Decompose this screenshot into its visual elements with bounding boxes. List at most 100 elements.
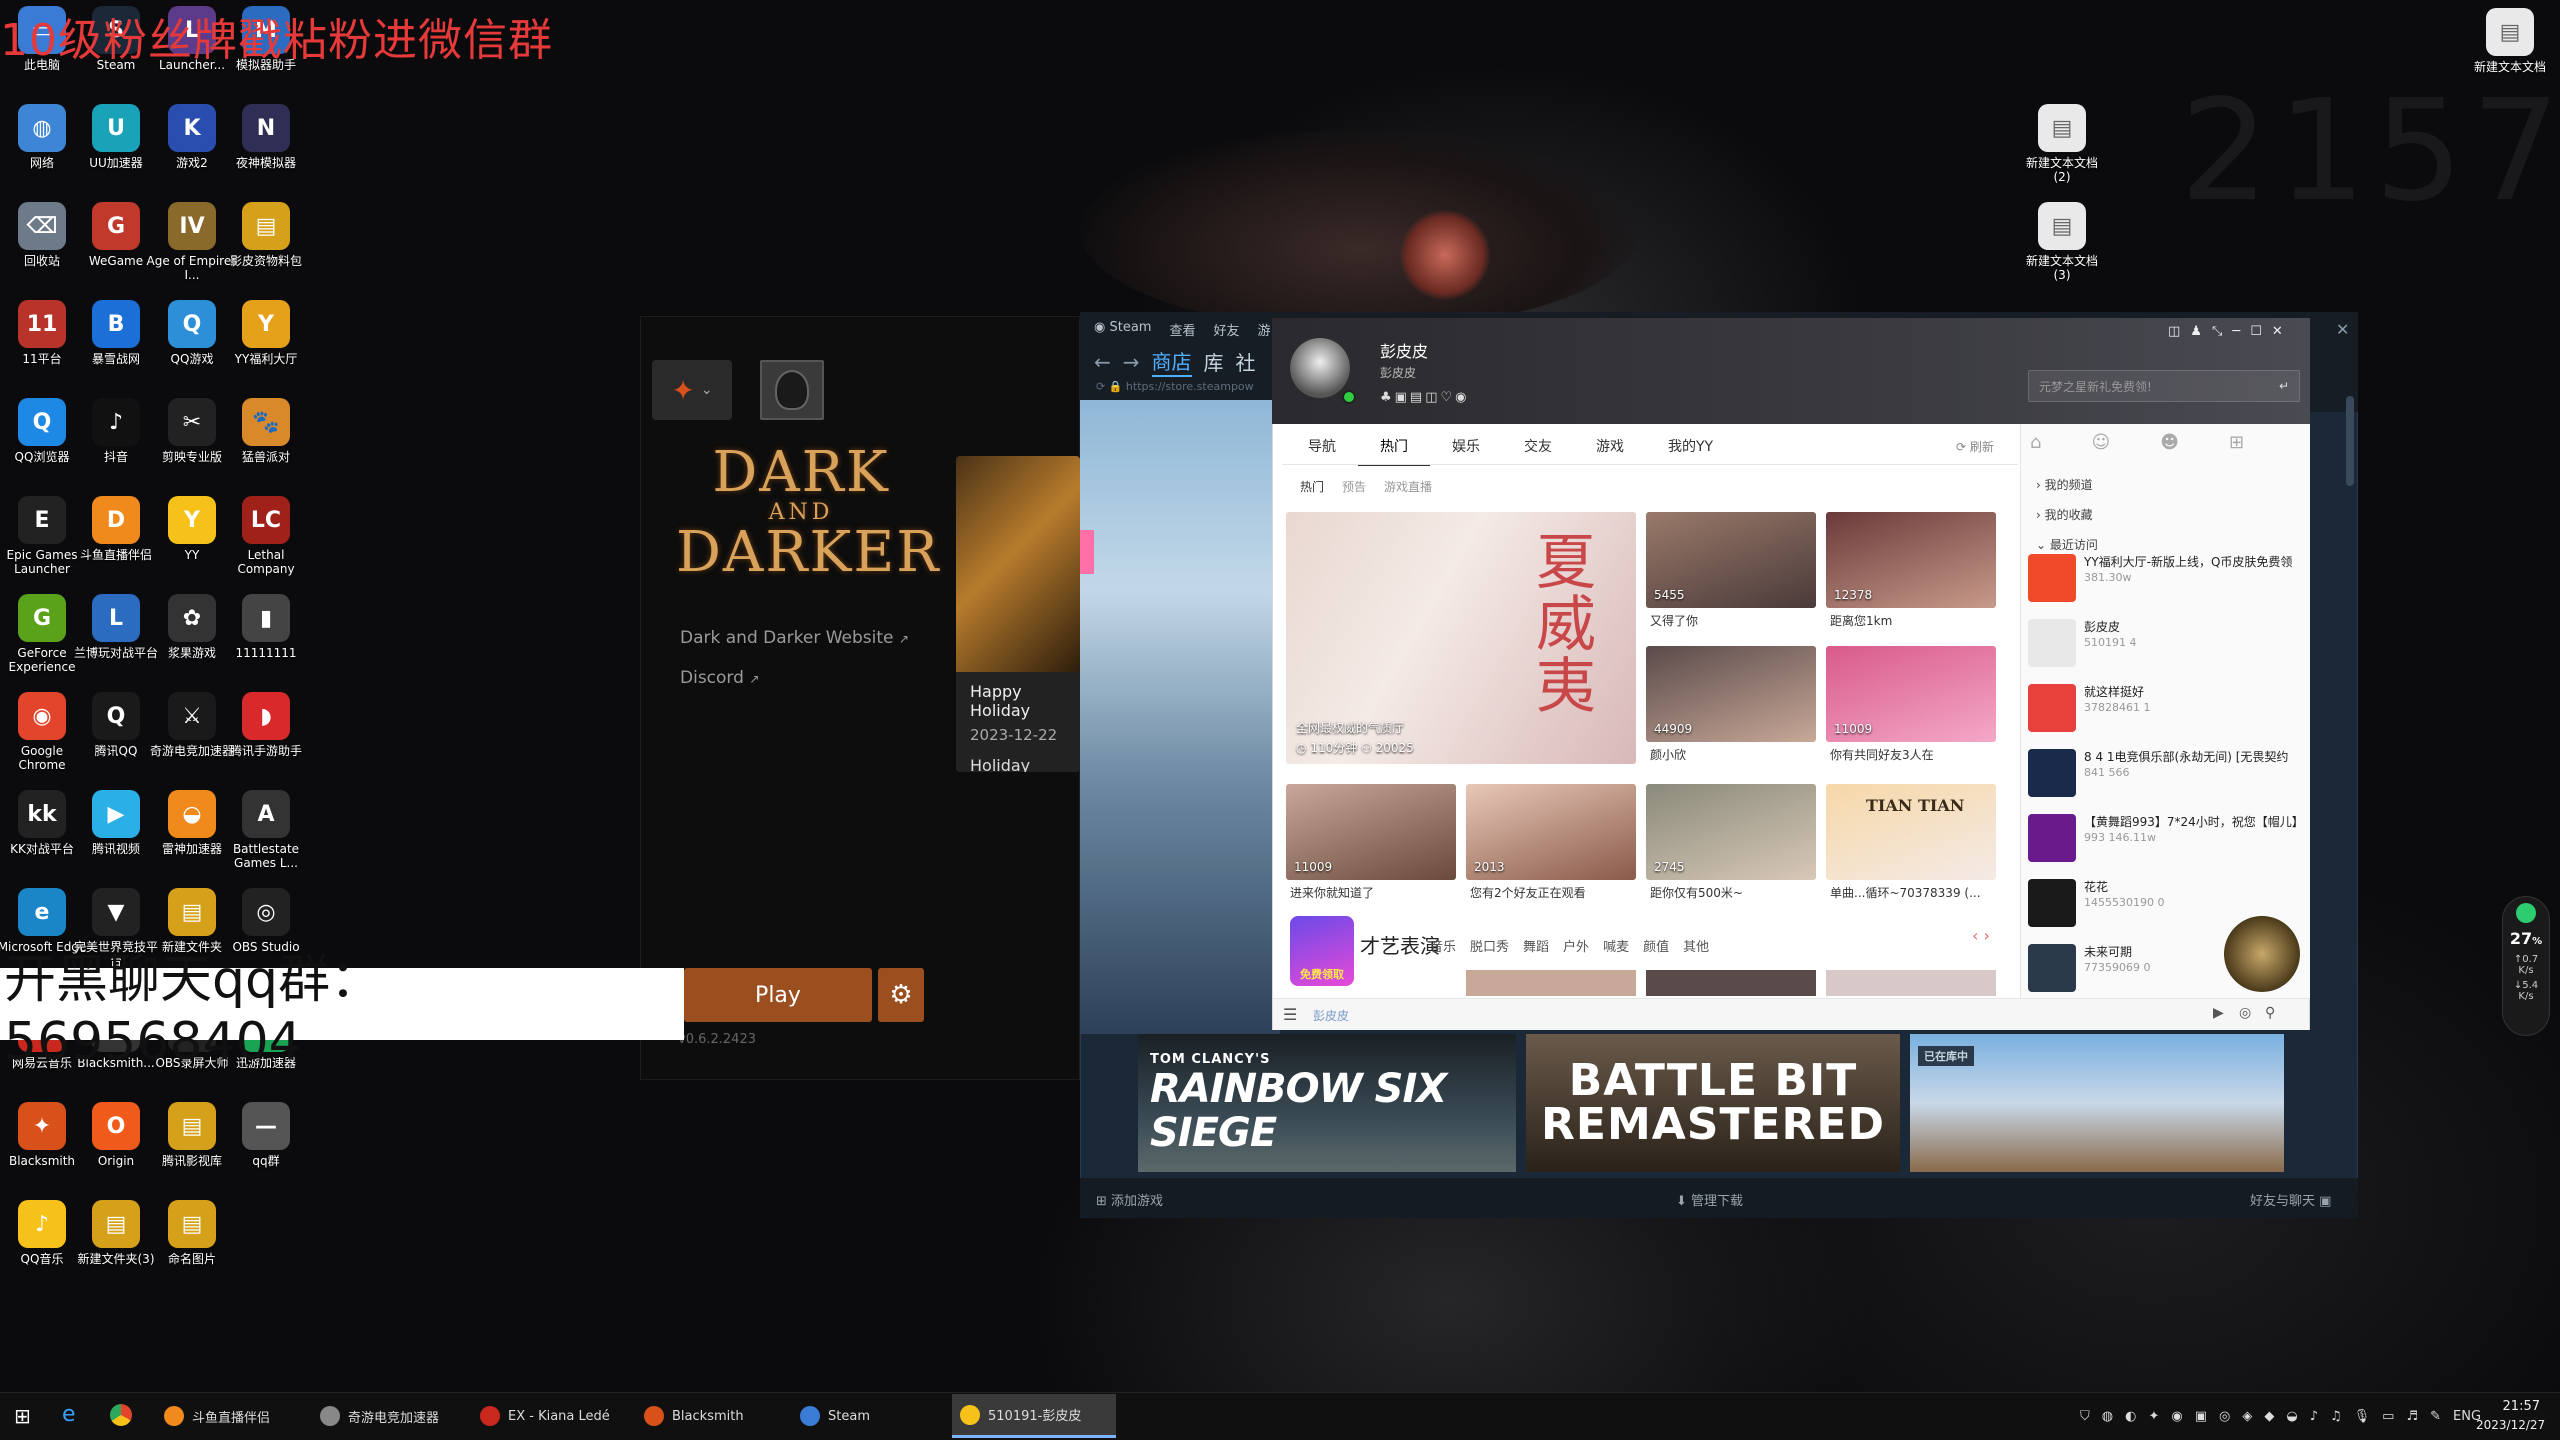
net-speed-widget[interactable]: 27% ↑0.7 K/s ↓5.4 K/s: [2502, 896, 2550, 1036]
tray-app-icon[interactable]: ♪: [2310, 1409, 2318, 1424]
play-button[interactable]: Play: [684, 968, 872, 1022]
apps-icon[interactable]: ⊞: [2229, 432, 2244, 453]
yy-thumb[interactable]: 11009: [1826, 646, 1996, 742]
desktop-icon-new-text-doc[interactable]: ▤ 新建文本文档: [2464, 8, 2556, 104]
yy-refresh-button[interactable]: ⟳ 刷新: [1956, 438, 1994, 455]
yy-thumb-row-partial[interactable]: [1466, 970, 1636, 996]
yy-tab-social[interactable]: 交友: [1502, 436, 1574, 466]
yy-search-input[interactable]: 元梦之星新礼免费领! ↵: [2028, 370, 2300, 402]
yy-tab-ent[interactable]: 娱乐: [1430, 436, 1502, 466]
yy-recent-item[interactable]: 就这样挺好 37828461 1: [2028, 684, 2306, 742]
steam-close-button[interactable]: ✕: [2336, 320, 2349, 339]
yy-thumb[interactable]: 2013: [1466, 784, 1636, 880]
friends-icon[interactable]: ☻: [2160, 432, 2179, 453]
dad-discord-link[interactable]: Discord ↗: [680, 668, 759, 688]
chrome-icon[interactable]: [110, 1404, 132, 1426]
dad-website-link[interactable]: Dark and Darker Website ↗: [680, 628, 909, 648]
target-icon[interactable]: ◎: [2239, 1005, 2251, 1021]
yy-tab-hot[interactable]: 热门: [1358, 436, 1430, 466]
steam-menu-games[interactable]: 游: [1258, 320, 1271, 339]
tray-app-icon[interactable]: ◉: [2171, 1409, 2182, 1424]
yy-featured-thumb[interactable]: 夏 威 夷 全网最权威的气质厅 ◷ 110分钟 ⚇ 20025: [1286, 512, 1636, 764]
yy-thumb[interactable]: 11009: [1286, 784, 1456, 880]
desktop-icon[interactable]: — qq群: [220, 1102, 312, 1198]
yy-recent-item[interactable]: 8 4 1电竞俱乐部(永劫无间) [无畏契约 841 566: [2028, 749, 2306, 807]
tray-speaker-icon[interactable]: ♬: [2406, 1409, 2418, 1424]
yy-subtab-hot[interactable]: 热门: [1300, 478, 1324, 495]
steam-menu-friends[interactable]: 好友: [1213, 320, 1239, 339]
taskbar-app[interactable]: 斗鱼直播伴侣: [156, 1394, 304, 1438]
tray-app-icon[interactable]: ◆: [2264, 1409, 2274, 1424]
close-icon[interactable]: ✕: [2272, 324, 2283, 339]
yy-tag-outdoor[interactable]: 户外: [1563, 936, 1589, 955]
dad-news-card[interactable]: Happy Holiday 2023-12-22 Holiday Sale!: [956, 456, 1080, 772]
yy-thumb[interactable]: 5455: [1646, 512, 1816, 608]
yy-recent-item[interactable]: YY福利大厅-新版上线，Q币皮肤免费领 381.30w: [2028, 554, 2306, 612]
steam-tab-library[interactable]: 库: [1204, 347, 1224, 376]
desktop-icon[interactable]: 🐾 猛兽派对: [220, 398, 312, 494]
yy-thumb[interactable]: 44909: [1646, 646, 1816, 742]
ie-browser-icon[interactable]: e: [62, 1402, 76, 1427]
tray-app-icon[interactable]: ◈: [2242, 1409, 2252, 1424]
tray-app-icon[interactable]: ♫: [2330, 1409, 2342, 1424]
yy-bottom-user[interactable]: 彭皮皮: [1313, 1007, 1349, 1024]
steam-tab-community[interactable]: 社: [1236, 347, 1256, 376]
add-game-button[interactable]: ⊞ 添加游戏: [1096, 1190, 1163, 1209]
home-icon[interactable]: ⌂: [2030, 432, 2041, 453]
skin-icon[interactable]: ◫: [2168, 324, 2180, 339]
yy-side-link-fav[interactable]: › 我的收藏: [2036, 500, 2098, 530]
tray-mic-icon[interactable]: 🎙: [2354, 1409, 2371, 1424]
steam-scrollbar[interactable]: [2346, 396, 2354, 486]
desktop-icon[interactable]: ◗ 腾讯手游助手: [220, 692, 312, 788]
tray-app-icon[interactable]: ◒: [2286, 1409, 2297, 1424]
tray-app-icon[interactable]: ✦: [2148, 1409, 2159, 1424]
yy-tab-nav[interactable]: 导航: [1286, 436, 1358, 466]
taskbar-app[interactable]: 510191-彭皮皮: [952, 1394, 1116, 1438]
desktop-icon[interactable]: ▮ 11111111: [220, 594, 312, 690]
shrink-icon[interactable]: ⤡: [2212, 324, 2222, 339]
yy-medal-icon[interactable]: [2224, 916, 2300, 992]
tray-shield-icon[interactable]: ⛉: [2080, 1409, 2090, 1424]
steam-menu-steam[interactable]: ◉ Steam: [1094, 320, 1151, 339]
desktop-icon[interactable]: ▤ 命名图片: [146, 1200, 238, 1296]
yy-thumb-row-partial[interactable]: [1646, 970, 1816, 996]
yy-tag-mc[interactable]: 喊麦: [1603, 936, 1629, 955]
yy-subtab-preview[interactable]: 预告: [1342, 478, 1366, 495]
settings-button[interactable]: ⚙: [878, 968, 924, 1022]
tray-app-icon[interactable]: ▣: [2195, 1409, 2207, 1424]
tray-app-icon[interactable]: ◍: [2102, 1409, 2113, 1424]
yy-thumb[interactable]: TIAN TIAN: [1826, 784, 1996, 880]
shirt-icon[interactable]: ♟: [2190, 324, 2202, 339]
taskbar-clock[interactable]: 21:57 2023/12/27: [2476, 1398, 2545, 1434]
desktop-icon[interactable]: ▤ 影皮资物料包: [220, 202, 312, 298]
menu-icon[interactable]: ☰: [1283, 1005, 1297, 1024]
yy-tag-looks[interactable]: 颜值: [1643, 936, 1669, 955]
forward-arrow-icon[interactable]: →: [1123, 350, 1140, 374]
yy-subtab-game-live[interactable]: 游戏直播: [1384, 478, 1432, 495]
yy-avatar[interactable]: [1290, 338, 1350, 398]
desktop-icon[interactable]: Y YY福利大厅: [220, 300, 312, 396]
start-windows-icon[interactable]: ⊞: [14, 1404, 31, 1428]
search-icon[interactable]: ⚲: [2265, 1005, 2275, 1021]
desktop-icon[interactable]: N 夜神模拟器: [220, 104, 312, 200]
dad-user-avatar[interactable]: [760, 360, 824, 420]
taskbar-app[interactable]: Steam: [792, 1394, 942, 1438]
manage-downloads-button[interactable]: ⬇ 管理下载: [1676, 1190, 1743, 1209]
tray-app-icon[interactable]: ◎: [2219, 1409, 2230, 1424]
desktop-icon[interactable]: LC Lethal Company: [220, 496, 312, 592]
yy-tab-game[interactable]: 游戏: [1574, 436, 1646, 466]
yy-side-link-channel[interactable]: › 我的频道: [2036, 470, 2098, 500]
tray-pen-icon[interactable]: ✎: [2430, 1409, 2441, 1424]
dad-game-selector[interactable]: ✦ ⌄: [652, 360, 732, 420]
yy-tag-other[interactable]: 其他: [1683, 936, 1709, 955]
minimize-icon[interactable]: ─: [2232, 324, 2240, 339]
steam-tab-store[interactable]: 商店: [1151, 346, 1192, 377]
yy-tab-my[interactable]: 我的YY: [1646, 436, 1735, 466]
desktop-icon-new-text-doc-3[interactable]: ▤ 新建文本文档 (3): [2016, 202, 2108, 298]
yy-free-gift-badge[interactable]: 免费领取: [1290, 916, 1354, 986]
friends-chat-button[interactable]: 好友与聊天 ▣: [2250, 1190, 2331, 1209]
yy-section-arrows[interactable]: ‹ ›: [1972, 926, 1990, 945]
tray-app-icon[interactable]: ◐: [2125, 1409, 2136, 1424]
tray-network-icon[interactable]: ▭: [2382, 1409, 2394, 1424]
banner-third-game[interactable]: 已在库中: [1910, 1034, 2284, 1172]
